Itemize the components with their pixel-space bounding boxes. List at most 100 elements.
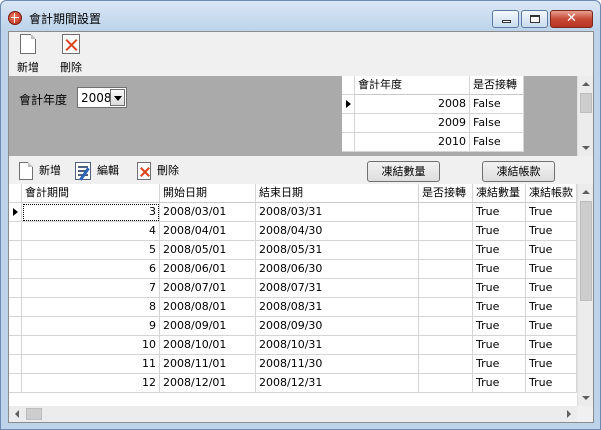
row-selector[interactable] — [9, 260, 22, 279]
start-date-cell[interactable]: 2008/11/01 — [160, 355, 256, 374]
table-row[interactable]: 6 2008/06/01 2008/06/30 True True — [9, 260, 577, 279]
closed-cell[interactable] — [419, 260, 473, 279]
year-cell[interactable]: 2009 — [355, 114, 470, 133]
closed-cell[interactable] — [419, 317, 473, 336]
row-selector[interactable] — [9, 374, 22, 393]
column-header-freeze-qty[interactable]: 凍結數量 — [473, 184, 526, 203]
freeze-account-cell[interactable]: True — [526, 336, 577, 355]
closed-cell[interactable] — [419, 355, 473, 374]
period-cell[interactable]: 7 — [22, 279, 160, 298]
year-grid-vertical-scrollbar[interactable] — [577, 76, 593, 156]
closed-cell[interactable] — [419, 298, 473, 317]
period-cell[interactable]: 12 — [22, 374, 160, 393]
table-row[interactable]: 3 2008/03/01 2008/03/31 True True — [9, 203, 577, 222]
scroll-up-button[interactable] — [578, 76, 593, 92]
start-date-cell[interactable]: 2008/08/01 — [160, 298, 256, 317]
row-selector[interactable] — [342, 95, 355, 114]
end-date-cell[interactable]: 2008/11/30 — [256, 355, 419, 374]
delete-period-button[interactable]: 刪除 — [137, 161, 179, 181]
horizontal-scroll-thumb[interactable] — [26, 408, 42, 420]
closed-cell[interactable]: False — [470, 95, 524, 114]
freeze-account-cell[interactable]: True — [526, 355, 577, 374]
period-cell[interactable]: 8 — [22, 298, 160, 317]
start-date-cell[interactable]: 2008/06/01 — [160, 260, 256, 279]
period-cell[interactable]: 10 — [22, 336, 160, 355]
freeze-qty-cell[interactable]: True — [473, 260, 526, 279]
scroll-up-button[interactable] — [578, 184, 593, 200]
freeze-account-button[interactable]: 凍結帳款 — [482, 161, 555, 182]
row-selector[interactable] — [9, 355, 22, 374]
freeze-account-cell[interactable]: True — [526, 317, 577, 336]
period-grid-vertical-scrollbar[interactable] — [577, 184, 593, 406]
start-date-cell[interactable]: 2008/07/01 — [160, 279, 256, 298]
scroll-down-button[interactable] — [578, 390, 593, 406]
end-date-cell[interactable]: 2008/03/31 — [256, 203, 419, 222]
freeze-account-cell[interactable]: True — [526, 222, 577, 241]
closed-cell[interactable] — [419, 374, 473, 393]
start-date-cell[interactable]: 2008/09/01 — [160, 317, 256, 336]
new-period-button[interactable]: 新增 — [19, 161, 61, 181]
row-selector[interactable] — [9, 336, 22, 355]
row-selector[interactable] — [9, 203, 22, 222]
row-selector[interactable] — [9, 298, 22, 317]
year-cell[interactable]: 2010 — [355, 133, 470, 152]
closed-cell[interactable] — [419, 222, 473, 241]
closed-cell[interactable] — [419, 241, 473, 260]
row-selector[interactable] — [9, 241, 22, 260]
freeze-quantity-button[interactable]: 凍結數量 — [367, 161, 440, 182]
scroll-thumb[interactable] — [580, 201, 592, 301]
table-row[interactable]: 11 2008/11/01 2008/11/30 True True — [9, 355, 577, 374]
end-date-cell[interactable]: 2008/10/31 — [256, 336, 419, 355]
close-button[interactable]: ✕ — [550, 10, 593, 28]
period-cell[interactable]: 5 — [22, 241, 160, 260]
freeze-account-cell[interactable]: True — [526, 203, 577, 222]
freeze-account-cell[interactable]: True — [526, 279, 577, 298]
table-row[interactable]: 5 2008/05/01 2008/05/31 True True — [9, 241, 577, 260]
closed-cell[interactable] — [419, 203, 473, 222]
freeze-account-cell[interactable]: True — [526, 374, 577, 393]
freeze-account-cell[interactable]: True — [526, 298, 577, 317]
column-header-start-date[interactable]: 開始日期 — [160, 184, 256, 203]
freeze-qty-cell[interactable]: True — [473, 222, 526, 241]
table-row[interactable]: 8 2008/08/01 2008/08/31 True True — [9, 298, 577, 317]
start-date-cell[interactable]: 2008/10/01 — [160, 336, 256, 355]
year-dropdown-button[interactable] — [110, 89, 125, 106]
period-cell[interactable]: 9 — [22, 317, 160, 336]
table-row[interactable]: 4 2008/04/01 2008/04/30 True True — [9, 222, 577, 241]
end-date-cell[interactable]: 2008/08/31 — [256, 298, 419, 317]
freeze-qty-cell[interactable]: True — [473, 241, 526, 260]
end-date-cell[interactable]: 2008/12/31 — [256, 374, 419, 393]
freeze-qty-cell[interactable]: True — [473, 336, 526, 355]
period-cell[interactable]: 3 — [22, 203, 160, 222]
table-row[interactable]: 10 2008/10/01 2008/10/31 True True — [9, 336, 577, 355]
title-bar[interactable]: 會計期間設置 ✕ — [1, 1, 600, 31]
start-date-cell[interactable]: 2008/04/01 — [160, 222, 256, 241]
start-date-cell[interactable]: 2008/05/01 — [160, 241, 256, 260]
new-year-button[interactable]: 新增 — [15, 34, 41, 75]
table-row[interactable]: 2008 False — [342, 95, 524, 114]
end-date-cell[interactable]: 2008/04/30 — [256, 222, 419, 241]
freeze-account-cell[interactable]: True — [526, 260, 577, 279]
end-date-cell[interactable]: 2008/09/30 — [256, 317, 419, 336]
column-header-end-date[interactable]: 結束日期 — [256, 184, 419, 203]
freeze-qty-cell[interactable]: True — [473, 355, 526, 374]
closed-cell[interactable] — [419, 336, 473, 355]
row-selector[interactable] — [342, 133, 355, 152]
table-row[interactable]: 7 2008/07/01 2008/07/31 True True — [9, 279, 577, 298]
year-select[interactable]: 2008 — [77, 87, 127, 108]
edit-period-button[interactable]: 編輯 — [75, 161, 119, 181]
freeze-qty-cell[interactable]: True — [473, 374, 526, 393]
end-date-cell[interactable]: 2008/06/30 — [256, 260, 419, 279]
period-cell[interactable]: 6 — [22, 260, 160, 279]
closed-cell[interactable]: False — [470, 133, 524, 152]
freeze-qty-cell[interactable]: True — [473, 279, 526, 298]
column-header-closed[interactable]: 是否接轉 — [470, 76, 524, 95]
table-row[interactable]: 9 2008/09/01 2008/09/30 True True — [9, 317, 577, 336]
column-header-freeze-account[interactable]: 凍結帳款 — [526, 184, 577, 203]
end-date-cell[interactable]: 2008/07/31 — [256, 279, 419, 298]
column-header-period[interactable]: 會計期間 — [22, 184, 160, 203]
column-header-closed[interactable]: 是否接轉 — [419, 184, 473, 203]
closed-cell[interactable]: False — [470, 114, 524, 133]
period-cell[interactable]: 4 — [22, 222, 160, 241]
closed-cell[interactable] — [419, 279, 473, 298]
